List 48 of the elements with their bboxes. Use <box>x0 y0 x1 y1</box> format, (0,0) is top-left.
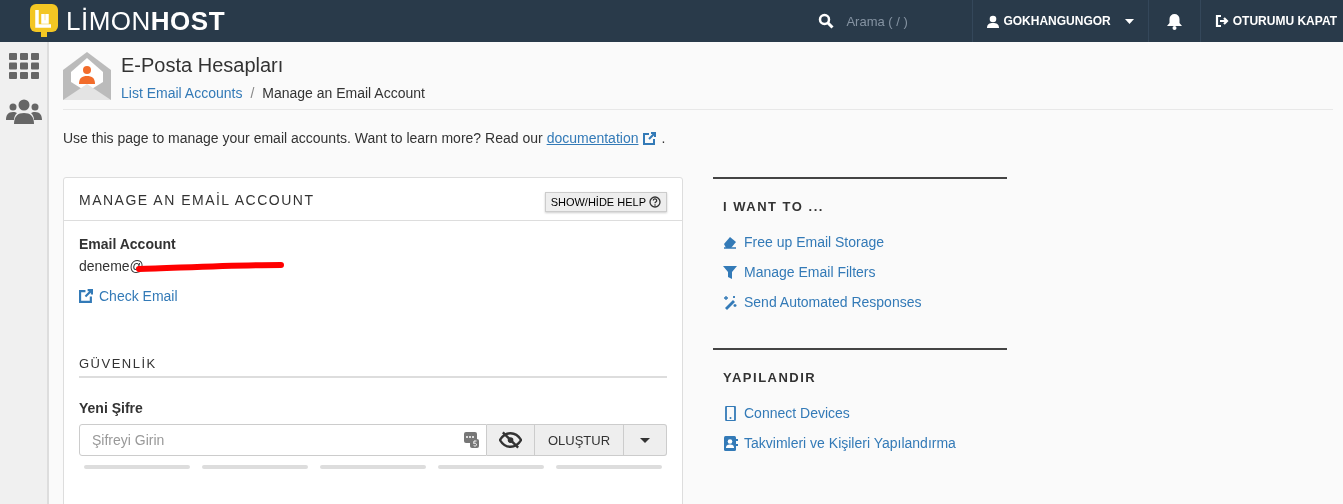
generate-options-button[interactable] <box>624 424 667 456</box>
password-length-icon <box>464 432 479 448</box>
caret-icon <box>1124 18 1134 24</box>
search-field[interactable]: Arama ( / ) <box>844 12 959 30</box>
breadcrumb-current: Manage an Email Account <box>262 85 425 101</box>
password-field[interactable]: Şifreyi Girin <box>79 424 487 456</box>
filter-icon <box>723 264 738 280</box>
question-icon <box>649 196 661 208</box>
phone-icon <box>723 405 738 421</box>
section-heading: GÜVENLİK <box>79 356 667 378</box>
generate-button[interactable]: OLUŞTUR <box>535 424 624 456</box>
action-link[interactable]: Free up Email Storage <box>723 234 997 250</box>
breadcrumb-separator: / <box>250 85 255 101</box>
eraser-icon <box>723 234 738 250</box>
user-icon <box>987 14 1000 28</box>
field-label: Email Account <box>79 236 177 252</box>
section-heading: YAPILANDIR <box>723 370 818 385</box>
bell-icon <box>1166 12 1182 30</box>
magic-wand-icon <box>723 294 738 310</box>
action-link[interactable]: Send Automated Responses <box>723 294 997 310</box>
check-email-link[interactable]: Check Email <box>79 288 178 304</box>
user-menu[interactable]: GOKHANGUNGOR <box>973 0 1149 42</box>
action-link[interactable]: Connect Devices <box>723 405 997 421</box>
logo[interactable]: LİMONHOST <box>66 5 226 37</box>
documentation-link[interactable]: documentation <box>546 130 639 146</box>
toggle-visibility-button[interactable] <box>487 424 535 456</box>
users-icon[interactable] <box>5 99 42 124</box>
grid-icon[interactable] <box>8 53 39 79</box>
section-heading: I WANT TO ... <box>723 199 825 214</box>
field-label: Yeni Şifre <box>79 400 144 416</box>
action-link[interactable]: Manage Email Filters <box>723 264 997 280</box>
help-toggle-button[interactable]: SHOW/HİDE HELP <box>544 192 667 212</box>
external-link-icon <box>79 289 93 303</box>
external-link-icon <box>643 131 657 145</box>
logo-icon <box>28 2 60 38</box>
breadcrumb-link[interactable]: List Email Accounts <box>121 85 243 101</box>
search-icon <box>818 13 835 29</box>
caret-icon <box>640 437 650 443</box>
eye-slash-icon <box>499 431 522 449</box>
sign-out-icon <box>1214 15 1229 27</box>
contact-card-icon <box>723 435 738 451</box>
page-title: E-Posta Hesapları <box>121 54 285 77</box>
logout-button[interactable]: OTURUMU KAPAT <box>1200 0 1343 42</box>
envelope-icon <box>63 52 111 100</box>
period-text: . <box>661 130 666 146</box>
intro-text: Use this page to manage your email accounts. Want to learn more? Read our <box>63 130 543 146</box>
card-title: MANAGE AN EMAİL ACCOUNT <box>79 192 315 208</box>
action-link[interactable]: Takvimleri ve Kişileri Yapılandırma <box>723 435 997 451</box>
